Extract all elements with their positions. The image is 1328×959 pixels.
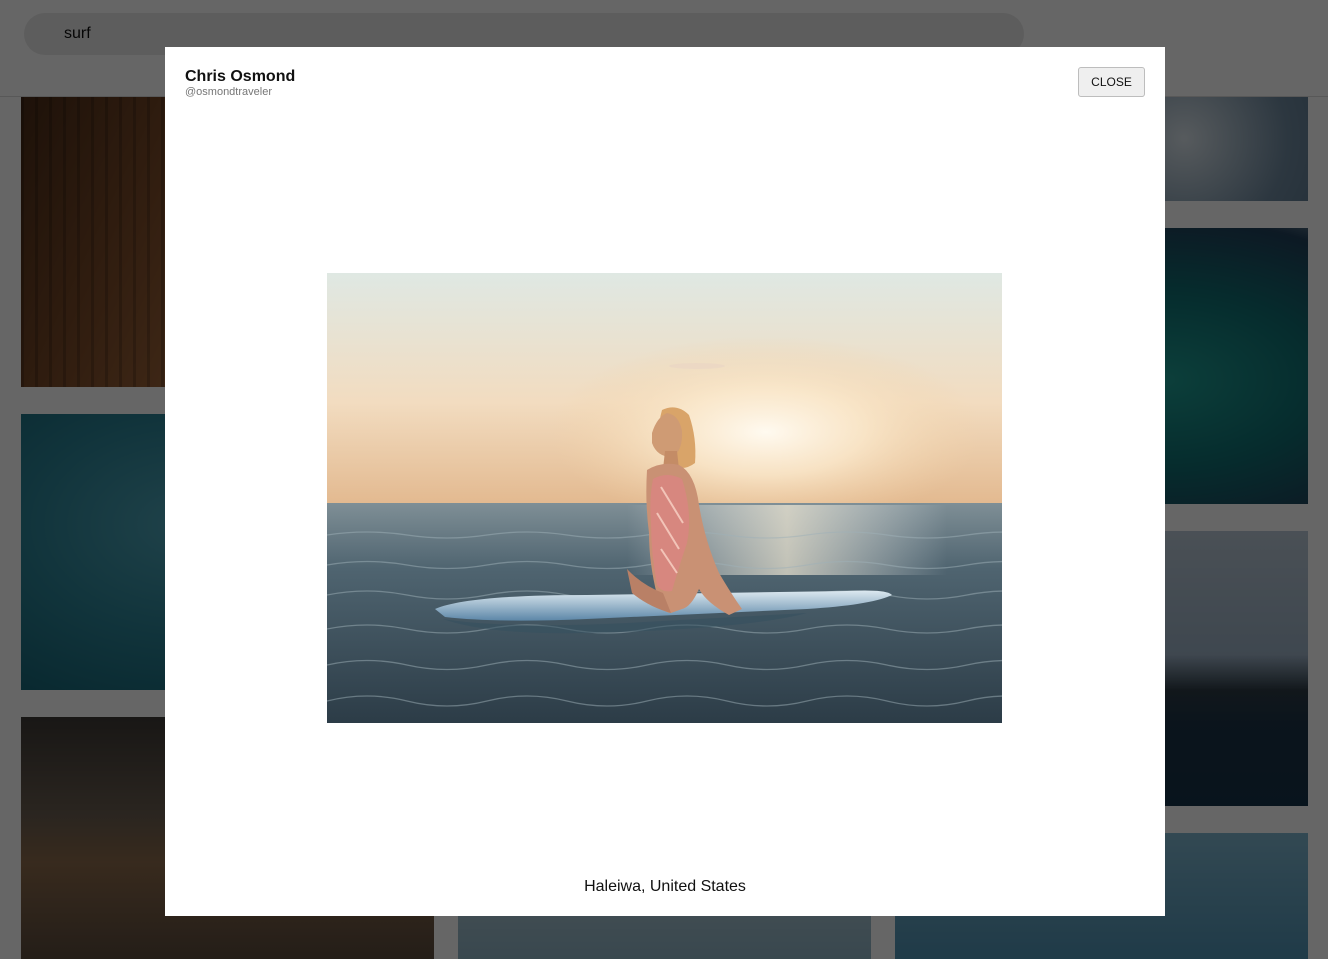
close-button[interactable]: CLOSE bbox=[1078, 67, 1145, 97]
photo-modal: Chris Osmond @osmondtraveler CLOSE Halei… bbox=[165, 47, 1165, 916]
author-handle: @osmondtraveler bbox=[185, 86, 272, 98]
author-name: Chris Osmond bbox=[185, 68, 296, 85]
surfer-photo bbox=[327, 273, 1002, 723]
photo-location: Haleiwa, United States bbox=[584, 878, 746, 895]
